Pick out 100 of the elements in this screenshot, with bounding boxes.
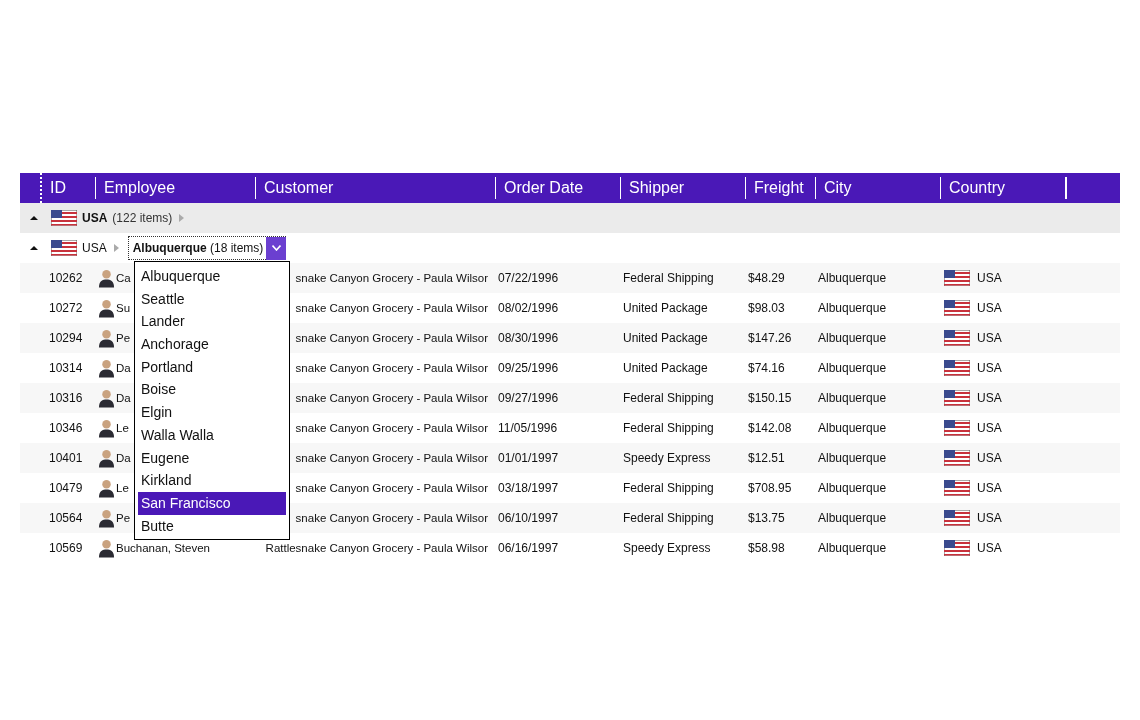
table-cell: Su: [116, 302, 131, 314]
list-item[interactable]: Elgin: [138, 401, 286, 424]
table-cell-text: 06/10/1997: [497, 511, 560, 525]
avatar-icon: [98, 508, 115, 528]
table-cell: Da: [116, 362, 131, 374]
table-cell-text: Albuquerque: [817, 421, 888, 435]
flag-icon: [944, 420, 970, 436]
table-cell-text: United Package: [622, 301, 709, 315]
table-cell-text: $98.03: [747, 301, 786, 315]
flag-icon: [51, 210, 77, 226]
table-cell-text: Albuquerque: [817, 511, 888, 525]
column-header[interactable]: Customer: [256, 177, 496, 199]
column-header[interactable]: Employee: [96, 177, 256, 199]
column-header[interactable]: City: [816, 177, 941, 199]
table-cell: Da: [116, 452, 131, 464]
column-header[interactable]: Country: [941, 177, 1066, 199]
table-cell-text: 10346: [48, 421, 84, 435]
table-cell-text: 03/18/1997: [497, 481, 560, 495]
table-cell: Da: [116, 392, 131, 404]
table-cell: USA: [977, 451, 1002, 465]
table-cell-text: 10314: [48, 361, 84, 375]
table-cell-text: $58.98: [747, 541, 786, 555]
table-cell-text: $708.95: [747, 481, 793, 495]
table-cell: USA: [977, 391, 1002, 405]
table-cell: USA: [977, 271, 1002, 285]
column-header[interactable]: ID: [42, 177, 96, 199]
chevron-right-icon: [113, 244, 119, 252]
avatar-icon: [98, 298, 115, 318]
list-item[interactable]: Anchorage: [138, 333, 286, 356]
table-cell-text: 10569: [48, 541, 84, 555]
table-cell-text: $74.16: [747, 361, 786, 375]
table-cell-text: 10316: [48, 391, 84, 405]
table-cell-text: Albuquerque: [817, 361, 888, 375]
column-header[interactable]: Shipper: [621, 177, 746, 199]
table-cell-text: Federal Shipping: [622, 421, 715, 435]
table-cell-text: 08/30/1996: [497, 331, 560, 345]
column-header[interactable]: Order Date: [496, 177, 621, 199]
group-count: (122 items): [112, 211, 173, 225]
table-cell-text: 10401: [48, 451, 84, 465]
list-item[interactable]: Lander: [138, 310, 286, 334]
breadcrumb-item[interactable]: USA: [82, 241, 107, 255]
table-cell-text: Speedy Express: [622, 541, 712, 555]
table-cell-text: $48.29: [747, 271, 786, 285]
collapse-toggle-icon[interactable]: [30, 214, 38, 222]
table-cell-text: Federal Shipping: [622, 511, 715, 525]
table-cell: Buchanan, Steven: [116, 542, 210, 554]
table-cell-text: Albuquerque: [817, 481, 888, 495]
table-cell-text: Rattlesnake Canyon Grocery - Paula Wilsor: [264, 542, 489, 554]
table-cell: Pe: [116, 512, 131, 524]
table-cell-text: snake Canyon Grocery - Paula Wilsor: [294, 452, 489, 464]
table-cell: USA: [977, 541, 1002, 555]
list-item[interactable]: Walla Walla: [138, 423, 286, 447]
list-item[interactable]: Eugene: [138, 446, 286, 470]
table-cell-text: snake Canyon Grocery - Paula Wilsor: [294, 512, 489, 524]
table-cell-text: Federal Shipping: [622, 271, 715, 285]
table-cell-text: $13.75: [747, 511, 786, 525]
table-cell: USA: [977, 301, 1002, 315]
table-cell: USA: [977, 331, 1002, 345]
table-cell-text: $12.51: [747, 451, 786, 465]
table-cell-text: Albuquerque: [817, 331, 888, 345]
avatar-icon: [98, 358, 115, 378]
list-item[interactable]: San Francisco: [138, 491, 286, 515]
table-cell-text: Federal Shipping: [622, 391, 715, 405]
table-cell-text: $142.08: [747, 421, 793, 435]
table-cell-text: 10262: [48, 271, 84, 285]
table-cell: USA: [977, 481, 1002, 495]
table-cell: USA: [977, 421, 1002, 435]
table-cell-text: 10564: [48, 511, 84, 525]
city-dropdown[interactable]: Albuquerque (18 items): [127, 236, 287, 260]
list-item[interactable]: Portland: [138, 355, 286, 379]
table-cell-text: snake Canyon Grocery - Paula Wilsor: [294, 332, 489, 344]
table-cell-text: 07/22/1996: [497, 271, 560, 285]
list-item[interactable]: Kirkland: [138, 469, 286, 492]
table-cell-text: 08/02/1996: [497, 301, 560, 315]
list-item[interactable]: Boise: [138, 378, 286, 402]
table-cell-text: $150.15: [747, 391, 793, 405]
table-cell-text: 06/16/1997: [497, 541, 560, 555]
avatar-icon: [98, 448, 115, 468]
dropdown-button[interactable]: [266, 236, 287, 260]
table-cell-text: Albuquerque: [817, 391, 888, 405]
list-item[interactable]: Butte: [138, 514, 286, 538]
column-header[interactable]: Freight: [746, 177, 816, 199]
avatar-icon: [98, 418, 115, 438]
table-cell-text: 11/05/1996: [497, 421, 559, 435]
table-cell: Ca: [116, 272, 131, 284]
chevron-down-icon: [271, 245, 281, 251]
flag-icon: [944, 540, 970, 556]
table-cell: Le: [116, 482, 129, 494]
table-cell: USA: [977, 361, 1002, 375]
table-cell: USA: [977, 511, 1002, 525]
table-cell-text: 10272: [48, 301, 84, 315]
collapse-toggle-icon[interactable]: [30, 244, 38, 252]
table-cell-text: snake Canyon Grocery - Paula Wilsor: [294, 392, 489, 404]
table-cell-text: Albuquerque: [817, 451, 888, 465]
flag-icon: [944, 510, 970, 526]
table-cell-text: 10294: [48, 331, 84, 345]
list-item[interactable]: Albuquerque: [138, 265, 286, 288]
list-item[interactable]: Seattle: [138, 287, 286, 311]
flag-icon: [944, 390, 970, 406]
flag-icon: [944, 480, 970, 496]
